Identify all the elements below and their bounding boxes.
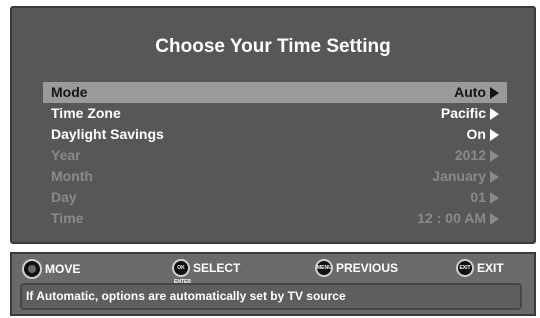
menu-value: On bbox=[467, 124, 499, 145]
menu-value-text: 2012 bbox=[454, 147, 486, 163]
button-legend: MOVE OK ENTER SELECT MENU PREVIOUS EXIT … bbox=[22, 257, 524, 285]
menu-label: Month bbox=[51, 168, 93, 184]
menu-value-text: 12 : 00 AM bbox=[417, 210, 486, 226]
legend-select: OK ENTER SELECT bbox=[172, 259, 241, 285]
menu-value: January bbox=[432, 166, 499, 187]
menu-value: Pacific bbox=[441, 103, 499, 124]
legend-select-label: SELECT bbox=[193, 261, 241, 275]
legend-previous: MENU PREVIOUS bbox=[315, 259, 398, 277]
exit-button-icon: EXIT bbox=[456, 259, 474, 277]
menu-row-daylight-savings[interactable]: Daylight Savings On bbox=[43, 124, 507, 145]
menu-label: Mode bbox=[51, 84, 88, 100]
legend-exit: EXIT EXIT bbox=[456, 259, 504, 277]
menu-row-year: Year 2012 bbox=[43, 145, 507, 166]
menu-value: 01 bbox=[470, 187, 499, 208]
right-arrow-icon bbox=[490, 212, 499, 225]
settings-menu: Mode Auto Time Zone Pacific Daylight Sav… bbox=[43, 82, 507, 229]
right-arrow-icon bbox=[490, 170, 499, 183]
legend-previous-label: PREVIOUS bbox=[336, 261, 399, 275]
legend-move-label: MOVE bbox=[45, 262, 81, 276]
right-arrow-icon bbox=[490, 149, 499, 162]
legend-exit-label: EXIT bbox=[477, 261, 504, 275]
menu-label: Time Zone bbox=[51, 105, 121, 121]
directional-pad-icon bbox=[22, 259, 42, 279]
menu-value-text: 01 bbox=[470, 189, 486, 205]
menu-row-day: Day 01 bbox=[43, 187, 507, 208]
menu-value: 2012 bbox=[455, 145, 499, 166]
settings-screen: Choose Your Time Setting Mode Auto Time … bbox=[10, 6, 536, 244]
menu-label: Time bbox=[51, 210, 84, 226]
menu-button-icon: MENU bbox=[315, 259, 333, 277]
menu-row-mode[interactable]: Mode Auto bbox=[43, 82, 507, 103]
menu-row-time: Time 12 : 00 AM bbox=[43, 208, 507, 229]
right-arrow-icon bbox=[490, 128, 499, 141]
menu-row-time-zone[interactable]: Time Zone Pacific bbox=[43, 103, 507, 124]
ok-button-icon: OK ENTER bbox=[172, 259, 191, 285]
legend-move: MOVE bbox=[22, 259, 80, 279]
help-message: If Automatic, options are automatically … bbox=[20, 283, 522, 310]
menu-value-text: January bbox=[432, 168, 486, 184]
menu-value: Auto bbox=[454, 82, 499, 103]
menu-label: Year bbox=[51, 147, 81, 163]
right-arrow-icon bbox=[490, 107, 499, 120]
menu-value-text: On bbox=[466, 126, 486, 142]
menu-row-month: Month January bbox=[43, 166, 507, 187]
menu-value-text: Pacific bbox=[440, 105, 486, 121]
menu-label: Day bbox=[51, 189, 77, 205]
menu-label: Daylight Savings bbox=[51, 126, 164, 142]
right-arrow-icon bbox=[490, 191, 499, 204]
page-title: Choose Your Time Setting bbox=[155, 36, 391, 57]
menu-value-text: Auto bbox=[454, 84, 486, 100]
right-arrow-icon bbox=[490, 86, 499, 99]
menu-value: 12 : 00 AM bbox=[417, 208, 499, 229]
help-bar: MOVE OK ENTER SELECT MENU PREVIOUS EXIT … bbox=[10, 252, 536, 316]
